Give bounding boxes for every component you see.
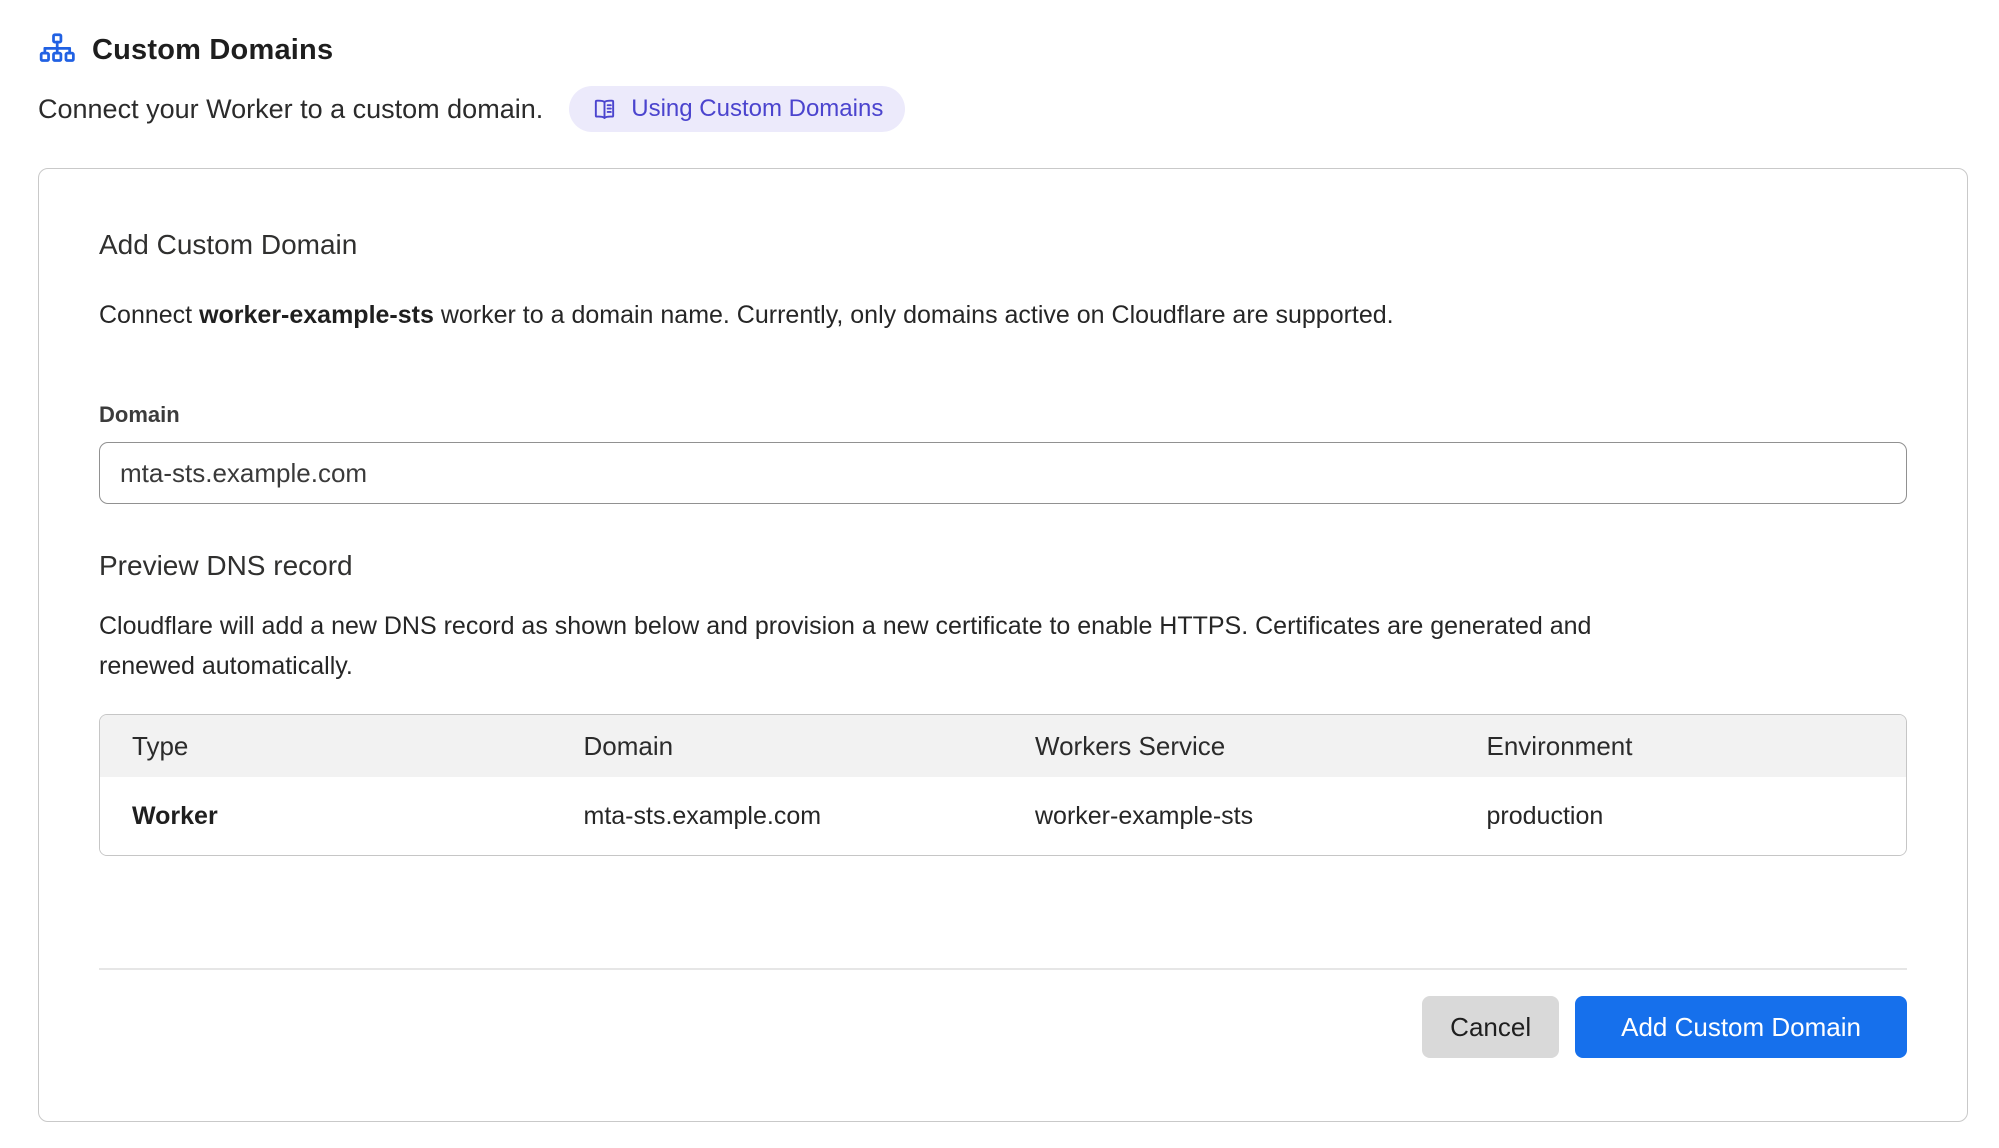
dns-preview-table: Type Domain Workers Service Environment … — [99, 714, 1907, 856]
table-header-row: Type Domain Workers Service Environment — [100, 715, 1906, 777]
cell-type: Worker — [100, 777, 552, 855]
footer-divider — [99, 968, 1907, 970]
preview-dns-heading: Preview DNS record — [99, 550, 1907, 582]
domain-form-group: Domain — [99, 402, 1907, 504]
column-header-domain: Domain — [552, 715, 1004, 777]
preview-dns-description: Cloudflare will add a new DNS record as … — [99, 606, 1599, 686]
footer-actions: Cancel Add Custom Domain — [99, 996, 1907, 1058]
cell-environment: production — [1455, 777, 1907, 855]
column-header-type: Type — [100, 715, 552, 777]
column-header-workers-service: Workers Service — [1003, 715, 1455, 777]
table-row: Worker mta-sts.example.com worker-exampl… — [100, 777, 1906, 855]
docs-link-badge[interactable]: Using Custom Domains — [569, 86, 905, 132]
description-suffix: worker to a domain name. Currently, only… — [434, 301, 1394, 329]
description-prefix: Connect — [99, 301, 199, 329]
domain-label: Domain — [99, 402, 1907, 428]
cell-domain: mta-sts.example.com — [552, 777, 1004, 855]
card-heading: Add Custom Domain — [99, 229, 1907, 261]
page-header: Custom Domains Connect your Worker to a … — [0, 0, 1999, 132]
card-description: Connect worker-example-sts worker to a d… — [99, 301, 1907, 330]
subtitle-row: Connect your Worker to a custom domain. … — [38, 86, 1999, 132]
docs-link-label: Using Custom Domains — [631, 95, 883, 123]
page-title: Custom Domains — [92, 34, 333, 67]
title-row: Custom Domains — [38, 30, 1999, 70]
column-header-environment: Environment — [1455, 715, 1907, 777]
add-custom-domain-button[interactable]: Add Custom Domain — [1575, 996, 1907, 1058]
cancel-button[interactable]: Cancel — [1422, 996, 1559, 1058]
sitemap-icon — [38, 31, 76, 69]
page-subtitle: Connect your Worker to a custom domain. — [38, 94, 543, 125]
worker-name: worker-example-sts — [199, 301, 434, 329]
open-book-icon — [591, 96, 618, 123]
add-custom-domain-card: Add Custom Domain Connect worker-example… — [38, 168, 1968, 1122]
cell-workers-service: worker-example-sts — [1003, 777, 1455, 855]
domain-input[interactable] — [99, 442, 1907, 504]
